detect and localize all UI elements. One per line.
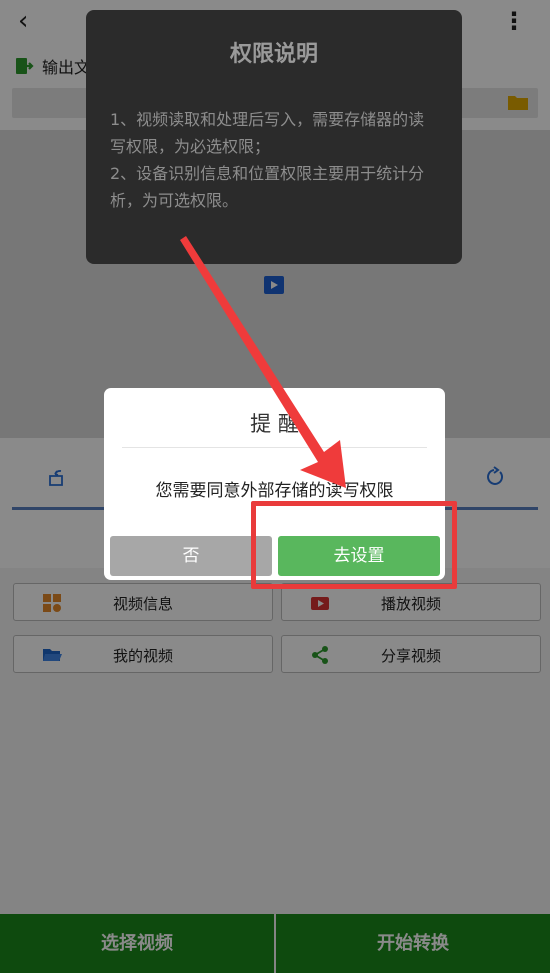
permission-explanation-panel: 权限说明 1、视频读取和处理后写入，需要存储器的读写权限，为必选权限； 2、设备… bbox=[86, 10, 462, 264]
dialog-message: 您需要同意外部存储的读写权限 bbox=[155, 481, 394, 501]
permission-line-1: 1、视频读取和处理后写入，需要存储器的读写权限，为必选权限； bbox=[110, 110, 425, 156]
highlight-box bbox=[251, 501, 457, 589]
dialog-divider bbox=[122, 447, 427, 448]
permission-body: 1、视频读取和处理后写入，需要存储器的读写权限，为必选权限； 2、设备识别信息和… bbox=[110, 106, 440, 214]
permission-title: 权限说明 bbox=[229, 42, 318, 67]
permission-line-2: 2、设备识别信息和位置权限主要用于统计分析，为可选权限。 bbox=[110, 164, 425, 210]
dialog-no-button[interactable]: 否 bbox=[110, 536, 272, 576]
dialog-title: 提 醒 bbox=[250, 412, 299, 436]
